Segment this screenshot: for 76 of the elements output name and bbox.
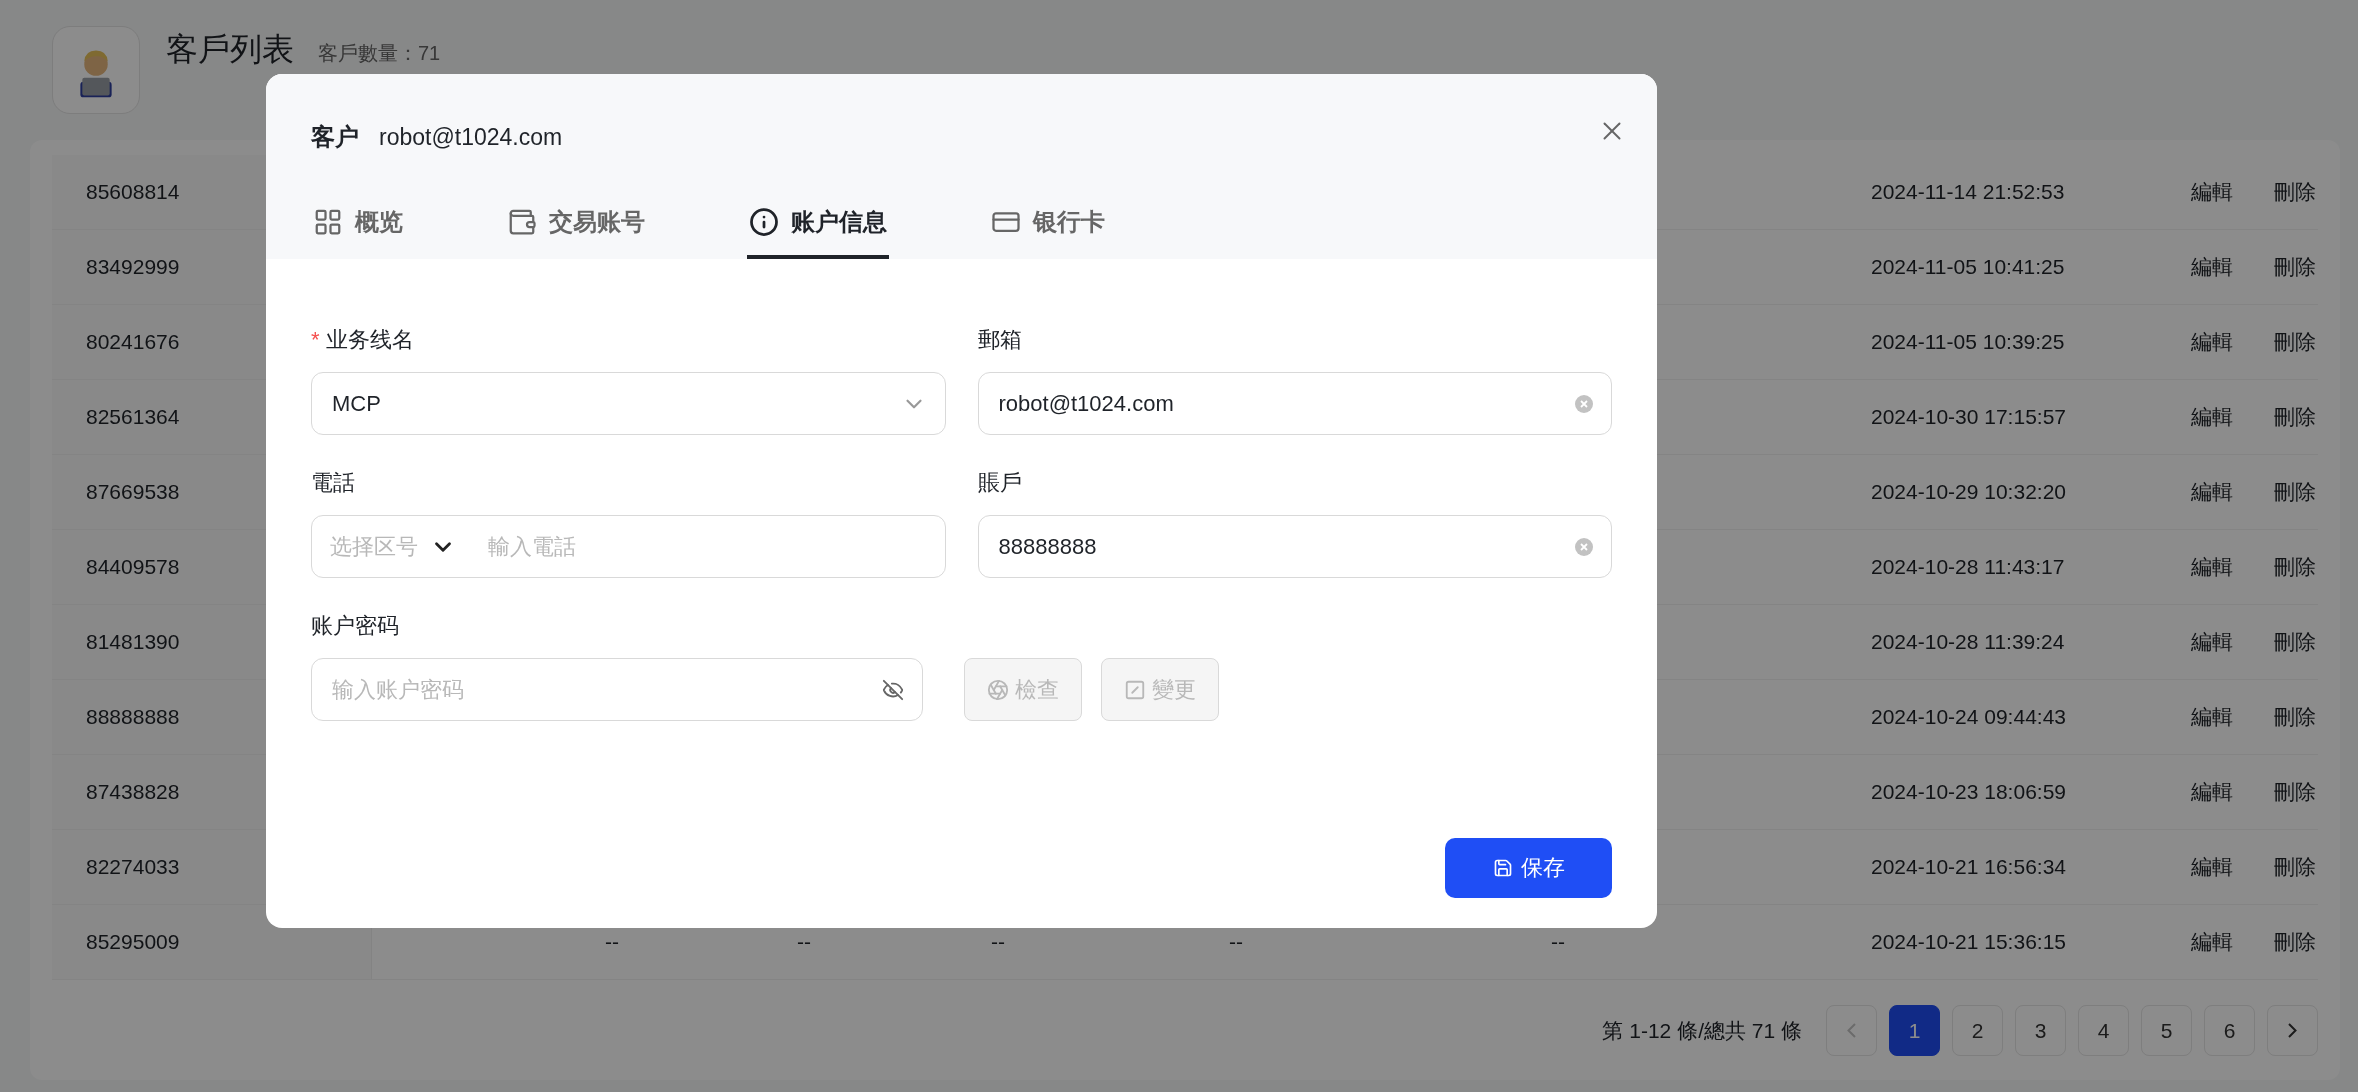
square-slash-icon — [1124, 678, 1146, 701]
delete-link[interactable]: 刪除 — [2274, 330, 2316, 353]
edit-link[interactable]: 編輯 — [2191, 705, 2233, 728]
tab[interactable]: 银行卡 — [989, 155, 1107, 259]
page-button[interactable]: 5 — [2141, 1005, 2192, 1056]
info-icon — [749, 207, 779, 237]
edit-link[interactable]: 編輯 — [2191, 330, 2233, 353]
delete-link[interactable]: 刪除 — [2274, 255, 2316, 278]
delete-link[interactable]: 刪除 — [2274, 780, 2316, 803]
select-field[interactable]: MCP — [311, 372, 946, 435]
text-input[interactable]: 88888888 — [996, 532, 1563, 561]
avatar-icon — [52, 26, 140, 114]
page-button[interactable]: 1 — [1889, 1005, 1940, 1056]
delete-link[interactable]: 刪除 — [2274, 480, 2316, 503]
eye-off-icon[interactable] — [882, 678, 904, 701]
table-cell-text: 2024-10-23 18:06:59 — [1871, 780, 2067, 804]
password-field[interactable]: 输入账户密码 — [311, 658, 923, 721]
text-input[interactable]: robot@t1024.com — [996, 389, 1563, 418]
chevron-left-icon — [1847, 1023, 1856, 1038]
table-cell-text: 2024-10-28 11:43:17 — [1871, 555, 2066, 579]
table-cell-text: -- — [991, 930, 1006, 954]
text-field[interactable]: 88888888 — [977, 515, 1612, 578]
table-cell-text: 2024-11-05 10:41:25 — [1871, 255, 2066, 279]
dialog-subtitle: robot@t1024.com — [379, 123, 563, 151]
text-field[interactable]: robot@t1024.com — [977, 372, 1612, 435]
save-icon — [1492, 858, 1513, 878]
table-cell-text: -- — [1229, 930, 1244, 954]
page-title: 客戶列表 — [166, 30, 294, 69]
phone-input[interactable]: 輸入電話 — [486, 532, 927, 561]
edit-link[interactable]: 編輯 — [2191, 255, 2233, 278]
edit-link[interactable]: 編輯 — [2191, 480, 2233, 503]
edit-link[interactable]: 編輯 — [2191, 405, 2233, 428]
page-button[interactable]: 4 — [2078, 1005, 2129, 1056]
edit-link[interactable]: 編輯 — [2191, 630, 2233, 653]
page-button[interactable]: 3 — [2015, 1005, 2066, 1056]
aperture-icon — [987, 678, 1009, 701]
table-cell-text: 2024-10-21 15:36:15 — [1871, 930, 2067, 954]
delete-link[interactable]: 刪除 — [2274, 630, 2316, 653]
delete-link[interactable]: 刪除 — [2274, 405, 2316, 428]
table-cell-text: -- — [604, 930, 620, 954]
delete-link[interactable]: 刪除 — [2274, 705, 2316, 728]
table-cell-text: 2024-10-28 11:39:24 — [1871, 630, 2066, 654]
table-cell-text: 2024-10-21 16:56:34 — [1871, 855, 2067, 879]
table-cell-text: -- — [1551, 930, 1566, 954]
table-cell-text: 2024-11-14 21:52:53 — [1871, 180, 2066, 204]
table-cell-text: -- — [797, 930, 812, 954]
page-button[interactable]: 6 — [2204, 1005, 2255, 1056]
pagination-summary: 第 1-12 條/總共 71 條 — [1602, 1017, 1802, 1044]
dialog-title: 客户 — [311, 122, 359, 152]
edit-link[interactable]: 編輯 — [2191, 855, 2233, 878]
next-page-button[interactable] — [2267, 1005, 2318, 1056]
chevron-right-icon — [2288, 1023, 2297, 1038]
customer-count: 客戶數量：71 — [318, 41, 441, 66]
edit-link[interactable]: 編輯 — [2191, 555, 2233, 578]
edit-link[interactable]: 編輯 — [2191, 930, 2233, 953]
save-button[interactable]: 保存 — [1445, 838, 1612, 898]
tab[interactable]: 交易账号 — [505, 155, 647, 259]
field-label: 郵箱 — [977, 326, 1023, 354]
table-cell-text: 2024-10-29 10:32:20 — [1871, 480, 2067, 504]
table-cell-text: 2024-11-05 10:39:25 — [1871, 330, 2066, 354]
delete-link[interactable]: 刪除 — [2274, 555, 2316, 578]
wallet-icon — [507, 207, 537, 237]
delete-link[interactable]: 刪除 — [2274, 180, 2316, 203]
delete-link[interactable]: 刪除 — [2274, 930, 2316, 953]
field-label: 電話 — [311, 469, 356, 497]
delete-link[interactable]: 刪除 — [2274, 855, 2316, 878]
tab[interactable]: 账户信息 — [747, 155, 889, 259]
edit-link[interactable]: 編輯 — [2191, 780, 2233, 803]
table-cell-text: 2024-10-24 09:44:43 — [1871, 705, 2067, 729]
table-cell-text: 2024-10-30 17:15:57 — [1871, 405, 2067, 429]
page-button[interactable]: 2 — [1952, 1005, 2003, 1056]
grid-icon — [313, 207, 343, 237]
clear-icon[interactable] — [1575, 394, 1593, 413]
field-label: 賬戶 — [977, 469, 1023, 497]
edit-link[interactable]: 編輯 — [2191, 180, 2233, 203]
clear-icon[interactable] — [1575, 537, 1593, 556]
